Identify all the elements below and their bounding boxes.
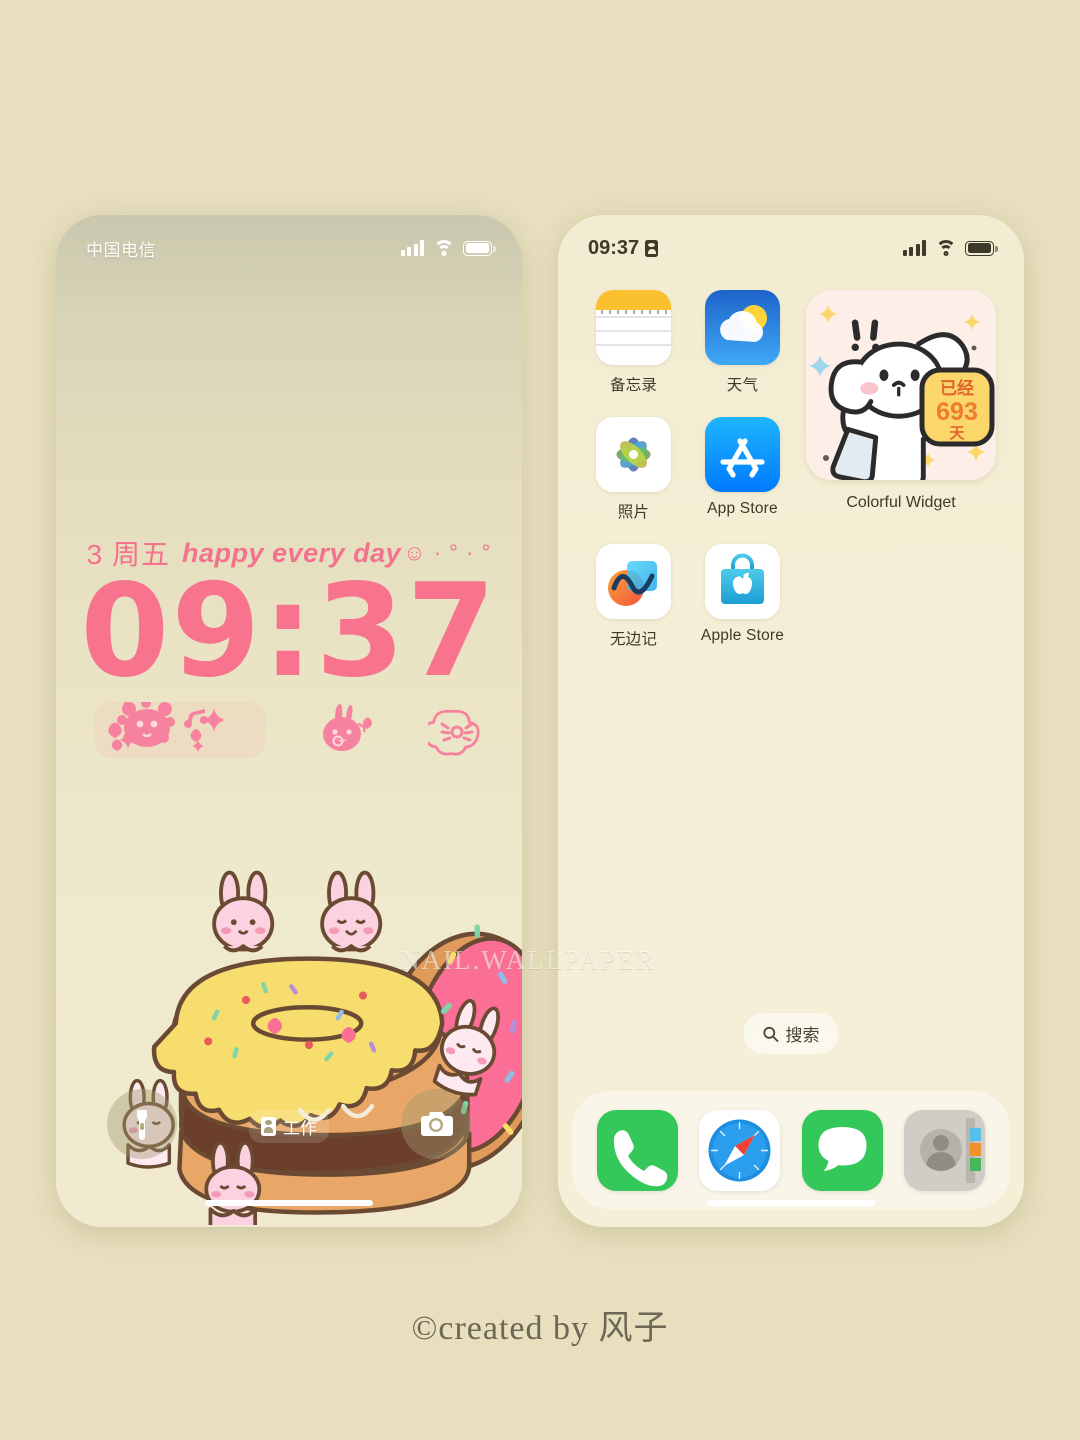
flower-widget[interactable]	[428, 702, 486, 758]
wifi-icon	[935, 240, 956, 256]
battery-full-icon	[965, 240, 998, 256]
wifi-icon	[433, 240, 454, 256]
app-app-store[interactable]: App Store	[705, 417, 780, 522]
safari-icon[interactable]	[699, 1109, 781, 1191]
footer-credit: ©created by 风子	[411, 1310, 669, 1347]
focus-mode-label: 工作	[283, 1119, 317, 1138]
focus-badge-icon	[261, 1117, 276, 1136]
bear-sparkle-widget[interactable]	[94, 702, 266, 758]
battery-full-icon	[463, 240, 496, 256]
app-apple-store[interactable]: Apple Store	[701, 544, 784, 649]
app-store-icon	[705, 417, 780, 492]
home-indicator	[707, 1200, 875, 1206]
search-icon	[763, 1026, 779, 1042]
contacts-icon[interactable]	[904, 1109, 986, 1191]
app-label: App Store	[707, 500, 778, 517]
app-label: 照片	[617, 504, 650, 521]
home-status-icons	[902, 240, 998, 256]
app-photos[interactable]: 照片	[596, 417, 671, 522]
widget-counter-prefix: 已经	[940, 378, 974, 398]
app-label: 无边记	[609, 631, 658, 648]
notes-icon	[596, 290, 671, 365]
home-status-time: 09:37	[588, 236, 640, 259]
dock	[572, 1091, 1010, 1209]
cellular-bars-icon	[400, 240, 424, 256]
colorful-widget[interactable]: 已经 693 天	[806, 290, 996, 480]
lock-clock: 09:37	[80, 557, 498, 706]
app-row: 无边记 Apple Store	[596, 544, 986, 649]
messages-icon[interactable]	[801, 1109, 883, 1191]
photos-icon	[596, 417, 671, 492]
lock-status-icons	[400, 240, 496, 256]
app-notes[interactable]: 备忘录	[596, 290, 671, 395]
home-status-clock: 09:37	[588, 236, 659, 260]
app-label: Apple Store	[700, 627, 785, 644]
apple-store-icon	[705, 544, 780, 619]
lock-wallpaper-illustration	[86, 865, 522, 1225]
flashlight-icon	[137, 1110, 147, 1140]
home-indicator	[205, 1200, 373, 1206]
privacy-lock-icon	[645, 239, 659, 257]
cellular-bars-icon	[902, 240, 926, 256]
focus-mode-badge[interactable]: 工作	[249, 1110, 329, 1143]
search-label: 搜索	[785, 1026, 820, 1045]
carrier-label: 中国电信	[86, 240, 156, 260]
freeform-icon	[596, 544, 671, 619]
home-screen-phone: 09:37 备忘录 天气 照片 App Store 无边记 Apple Stor…	[558, 215, 1024, 1227]
home-status-bar: 09:37	[558, 215, 1024, 271]
camera-button[interactable]	[401, 1089, 471, 1159]
phone-icon[interactable]	[596, 1109, 678, 1191]
search-button[interactable]: 搜索	[743, 1013, 839, 1054]
flashlight-button[interactable]	[107, 1089, 177, 1159]
app-label: 备忘录	[609, 377, 658, 394]
app-weather[interactable]: 天气	[705, 290, 780, 395]
wallpaper-preview-page: 中国电信 3 周五happy every day☺ · ° · ° 09:37	[0, 0, 1080, 1440]
app-freeform[interactable]: 无边记	[596, 544, 671, 649]
app-label: 天气	[726, 377, 759, 394]
colorful-widget-label: Colorful Widget	[846, 494, 956, 511]
lock-widget-row	[56, 702, 522, 772]
camera-icon	[421, 1112, 453, 1136]
bunny-widget[interactable]	[318, 702, 376, 758]
widget-counter-suffix: 天	[949, 425, 965, 442]
weather-icon	[705, 290, 780, 365]
lock-screen-phone: 中国电信 3 周五happy every day☺ · ° · ° 09:37	[56, 215, 522, 1227]
lock-status-bar: 中国电信	[56, 215, 522, 271]
widget-counter-value: 693	[936, 398, 978, 426]
